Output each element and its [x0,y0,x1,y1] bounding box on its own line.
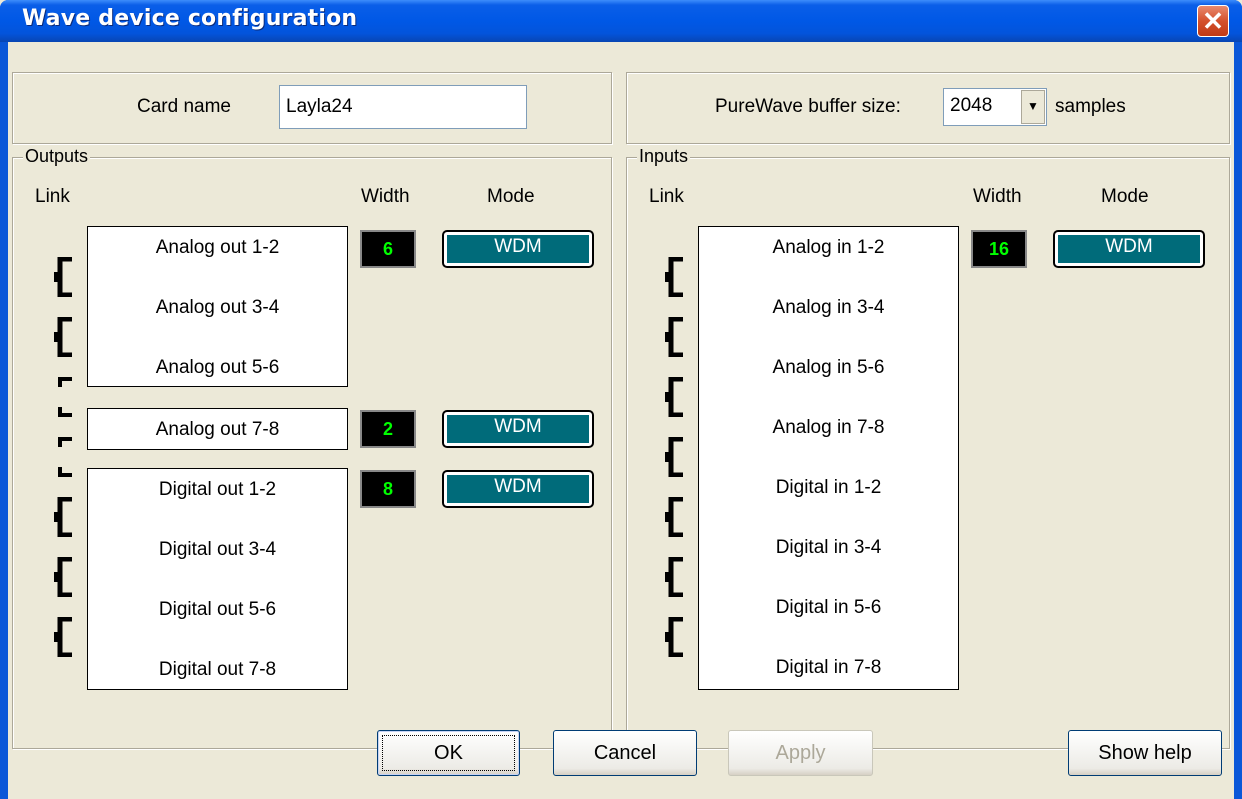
width-value: 16 [988,239,1010,259]
ok-button[interactable]: OK [377,730,520,776]
buffer-size-select[interactable]: 2048 ▼ [943,88,1047,126]
mode-value: WDM [447,235,589,263]
cancel-button[interactable]: Cancel [553,730,697,776]
link-unlinked-icon[interactable] [52,377,72,417]
link-linked-icon[interactable] [663,257,683,297]
card-name-label: Card name [137,96,231,117]
card-name-panel: Card name [12,72,612,144]
output-mode-3[interactable]: WDM [442,470,594,508]
inputs-mode-header: Mode [1101,186,1149,207]
buffer-size-label: PureWave buffer size: [715,96,901,117]
dialog-body: Card name PureWave buffer size: 2048 ▼ s… [8,42,1234,799]
link-linked-icon[interactable] [663,437,683,477]
channel-label: Digital out 7-8 [158,659,277,680]
show-help-button-label: Show help [1098,742,1192,764]
channel-label: Digital in 5-6 [775,597,882,618]
input-mode-1[interactable]: WDM [1053,230,1205,268]
outputs-width-header: Width [361,186,410,207]
width-value: 8 [382,479,393,499]
channel-label: Analog out 5-6 [155,357,280,378]
outputs-group-label: Outputs [23,146,91,167]
inputs-width-header: Width [973,186,1022,207]
buffer-panel: PureWave buffer size: 2048 ▼ samples [626,72,1230,144]
output-width-1[interactable]: 6 [360,230,416,268]
output-link-group-3: Digital out 1-2 Digital out 3-4 Digital … [87,468,348,690]
channel-label: Digital in 7-8 [775,657,882,678]
link-linked-icon[interactable] [52,497,72,537]
focus-ring [382,735,515,771]
channel-label: Digital out 1-2 [158,479,277,500]
channel-label: Digital out 5-6 [158,599,277,620]
width-value: 6 [382,239,393,259]
link-linked-icon[interactable] [52,617,72,657]
output-mode-2[interactable]: WDM [442,410,594,448]
output-width-2[interactable]: 2 [360,410,416,448]
link-linked-icon[interactable] [663,557,683,597]
link-linked-icon[interactable] [663,377,683,417]
output-mode-1[interactable]: WDM [442,230,594,268]
width-value: 2 [382,419,393,439]
apply-button[interactable]: Apply [728,730,873,776]
channel-label: Analog in 7-8 [772,417,885,438]
channel-label: Analog out 1-2 [155,237,280,258]
output-link-group-2: Analog out 7-8 [87,408,348,450]
inputs-link-header: Link [649,186,684,207]
window-title: Wave device configuration [22,6,358,31]
channel-label: Analog in 3-4 [772,297,885,318]
show-help-button[interactable]: Show help [1068,730,1222,776]
link-unlinked-icon[interactable] [52,437,72,477]
outputs-link-header: Link [35,186,70,207]
output-link-group-1: Analog out 1-2 Analog out 3-4 Analog out… [87,226,348,387]
channel-label: Analog in 5-6 [772,357,885,378]
link-linked-icon[interactable] [663,497,683,537]
channel-label: Digital out 3-4 [158,539,277,560]
dialog-window: Wave device configuration ✕ Card name Pu… [0,0,1242,799]
mode-value: WDM [447,415,589,443]
link-linked-icon[interactable] [52,317,72,357]
dropdown-arrow-icon[interactable]: ▼ [1021,90,1045,124]
channel-label: Analog out 7-8 [155,419,280,440]
close-button[interactable]: ✕ [1197,5,1229,37]
input-width-1[interactable]: 16 [971,230,1027,268]
link-linked-icon[interactable] [663,317,683,357]
channel-label: Digital in 3-4 [775,537,882,558]
link-linked-icon[interactable] [52,557,72,597]
apply-button-label: Apply [775,742,826,764]
title-bar[interactable]: Wave device configuration ✕ [0,0,1242,42]
channel-label: Digital in 1-2 [775,477,882,498]
link-linked-icon[interactable] [52,257,72,297]
card-name-input[interactable] [279,85,527,129]
input-link-group-1: Analog in 1-2 Analog in 3-4 Analog in 5-… [698,226,959,690]
outputs-mode-header: Mode [487,186,535,207]
mode-value: WDM [1058,235,1200,263]
buffer-size-value: 2048 [950,95,993,116]
output-width-3[interactable]: 8 [360,470,416,508]
channel-label: Analog out 3-4 [155,297,280,318]
cancel-button-label: Cancel [593,742,657,764]
inputs-group-label: Inputs [637,146,691,167]
channel-label: Analog in 1-2 [772,237,885,258]
mode-value: WDM [447,475,589,503]
buffer-unit-label: samples [1055,96,1126,117]
link-linked-icon[interactable] [663,617,683,657]
